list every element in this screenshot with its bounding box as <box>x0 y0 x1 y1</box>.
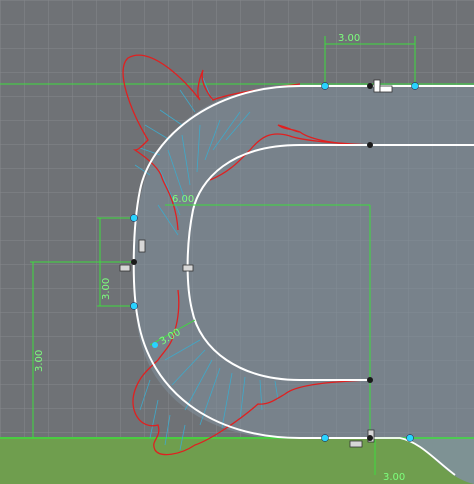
sketch-canvas[interactable]: 3.00 6.00 3.00 3.00 3.00 3.00 <box>0 0 474 484</box>
dimension-middle-label[interactable]: 6.00 <box>172 194 194 205</box>
dimension-left-outer-label[interactable]: 3.00 <box>34 350 45 372</box>
dimension-bottom-right-label[interactable]: 3.00 <box>383 472 405 483</box>
tangent-glyph-icon[interactable] <box>138 239 146 253</box>
dimension-top-label[interactable]: 3.00 <box>338 33 360 44</box>
dimension-left-inner-label[interactable]: 3.00 <box>101 278 112 300</box>
